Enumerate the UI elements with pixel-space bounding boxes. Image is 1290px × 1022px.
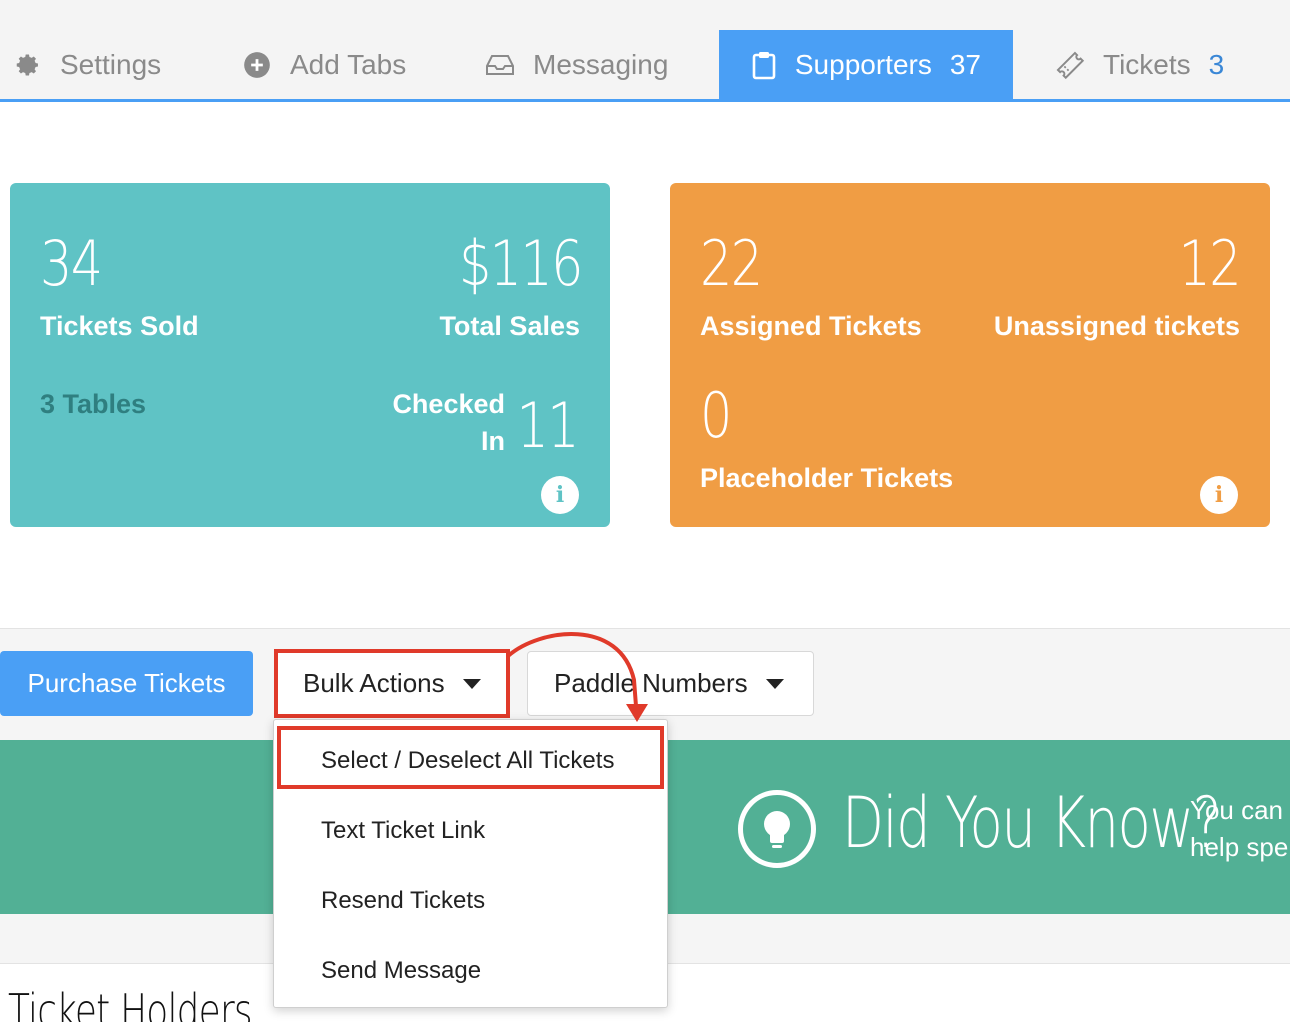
tickets-sold-label: Tickets Sold xyxy=(40,311,199,341)
banner-title: Did You Know? xyxy=(842,782,1221,864)
info-icon[interactable]: i xyxy=(1200,476,1238,514)
menu-item-text-ticket-link[interactable]: Text Ticket Link xyxy=(321,817,485,845)
menu-item-resend-tickets[interactable]: Resend Tickets xyxy=(321,887,485,915)
tickets-sold-value: 34 xyxy=(40,227,103,300)
annotation-arrow-icon xyxy=(506,632,648,722)
ticket-icon xyxy=(1055,50,1085,80)
tab-label: Supporters xyxy=(794,48,932,80)
tab-add-tabs[interactable]: Add Tabs xyxy=(242,30,406,99)
tab-tickets[interactable]: Tickets 3 xyxy=(1055,30,1224,99)
checked-in-label-line2: In xyxy=(481,426,505,456)
unassigned-tickets-label: Unassigned tickets xyxy=(993,311,1240,341)
plus-circle-icon xyxy=(242,50,272,80)
menu-item-send-message[interactable]: Send Message xyxy=(321,957,481,985)
placeholder-tickets-label: Placeholder Tickets xyxy=(700,463,954,493)
select-all-highlight xyxy=(277,726,664,789)
placeholder-tickets-value: 0 xyxy=(700,379,732,452)
tab-label: Tickets xyxy=(1103,48,1191,80)
inbox-icon xyxy=(485,50,515,80)
bulk-actions-highlight xyxy=(274,649,510,718)
tickets-count-badge: 3 xyxy=(1208,48,1225,80)
tables-label: 3 Tables xyxy=(40,389,147,419)
assigned-tickets-value: 22 xyxy=(700,227,763,300)
checked-in-label: Checked In xyxy=(392,389,505,457)
banner-text: You can help spe xyxy=(1190,792,1288,866)
total-sales-value: $116 xyxy=(459,227,583,300)
tab-bar: Settings Add Tabs Messaging Supporters 3… xyxy=(0,0,1290,102)
purchase-tickets-button[interactable]: Purchase Tickets xyxy=(0,651,253,716)
banner-text-line2: help spe xyxy=(1190,832,1289,862)
gear-icon xyxy=(12,50,42,80)
tab-messaging[interactable]: Messaging xyxy=(485,30,668,99)
checked-in-label-line1: Checked xyxy=(392,389,505,419)
tab-settings[interactable]: Settings xyxy=(12,30,161,99)
ticket-holders-title: Ticket Holders xyxy=(8,984,253,1022)
banner-text-line1: You can xyxy=(1190,795,1284,825)
tab-label: Settings xyxy=(60,48,162,80)
tab-supporters[interactable]: Supporters 37 xyxy=(719,30,1013,99)
tab-label: Add Tabs xyxy=(290,48,407,80)
assigned-tickets-label: Assigned Tickets xyxy=(700,311,922,341)
sales-summary-card: 34 Tickets Sold $116 Total Sales 3 Table… xyxy=(10,183,610,527)
total-sales-label: Total Sales xyxy=(439,311,580,341)
tab-label: Messaging xyxy=(533,48,669,80)
clipboard-icon xyxy=(751,50,777,80)
caret-down-icon xyxy=(765,678,784,689)
unassigned-tickets-value: 12 xyxy=(1178,227,1242,300)
lightbulb-icon xyxy=(738,790,816,868)
checked-in-value: 11 xyxy=(516,389,580,462)
supporters-count-badge: 37 xyxy=(949,48,981,80)
ticket-assignment-card: 22 Assigned Tickets 12 Unassigned ticket… xyxy=(670,183,1270,527)
info-icon[interactable]: i xyxy=(541,476,579,514)
